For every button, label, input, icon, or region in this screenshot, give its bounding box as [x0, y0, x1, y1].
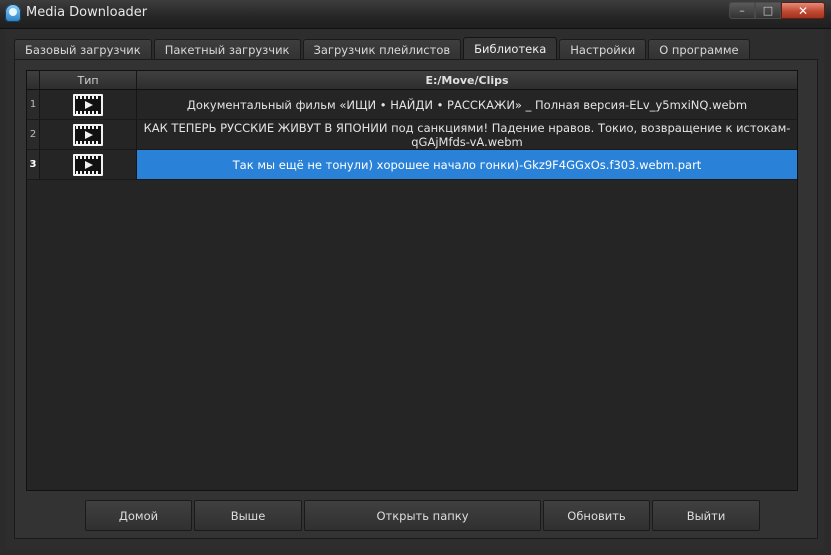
table-header: Тип E:/Move/Clips — [27, 71, 797, 90]
type-cell — [40, 90, 137, 120]
maximize-button[interactable]: □ — [755, 2, 781, 19]
exit-button[interactable]: Выйти — [652, 500, 760, 531]
title-bar: Media Downloader – □ ✕ — [0, 0, 831, 29]
window-title: Media Downloader — [26, 5, 148, 20]
header-corner — [27, 71, 40, 89]
type-cell — [40, 150, 137, 180]
home-button[interactable]: Домой — [85, 500, 192, 531]
app-icon — [5, 4, 21, 22]
library-panel: Тип E:/Move/Clips 1 Документальный фильм… — [14, 59, 818, 539]
main-window-content: Базовый загрузчик Пакетный загрузчик Заг… — [6, 29, 824, 549]
video-file-icon — [73, 93, 103, 116]
open-folder-button[interactable]: Открыть папку — [304, 500, 541, 531]
refresh-button[interactable]: Обновить — [543, 500, 650, 531]
tab-settings[interactable]: Настройки — [559, 39, 647, 60]
video-file-icon — [73, 123, 103, 146]
library-table[interactable]: Тип E:/Move/Clips 1 Документальный фильм… — [26, 70, 798, 491]
column-header-path[interactable]: E:/Move/Clips — [137, 71, 797, 89]
file-name-cell[interactable]: Так мы ещё не тонули) хорошее начало гон… — [137, 150, 797, 180]
file-name-cell[interactable]: КАК ТЕПЕРЬ РУССКИЕ ЖИВУТ В ЯПОНИИ под са… — [137, 120, 797, 150]
table-row-selected[interactable]: 3 Так мы ещё не тонули) хорошее начало г… — [27, 150, 797, 180]
tab-bar: Базовый загрузчик Пакетный загрузчик Заг… — [14, 37, 752, 60]
action-button-bar: Домой Выше Открыть папку Обновить Выйти — [85, 500, 762, 532]
tab-about[interactable]: О программе — [648, 39, 750, 60]
file-name-cell[interactable]: Документальный фильм «ИЩИ • НАЙДИ • РАСС… — [137, 90, 797, 120]
tab-library[interactable]: Библиотека — [463, 37, 558, 60]
table-row[interactable]: 1 Документальный фильм «ИЩИ • НАЙДИ • РА… — [27, 90, 797, 120]
video-file-icon — [73, 153, 103, 176]
tab-basic-downloader[interactable]: Базовый загрузчик — [14, 39, 152, 60]
type-cell — [40, 120, 137, 150]
column-header-type[interactable]: Тип — [40, 71, 137, 89]
row-number: 2 — [27, 120, 40, 150]
row-number: 3 — [27, 150, 40, 180]
tab-batch-downloader[interactable]: Пакетный загрузчик — [153, 39, 301, 60]
row-number: 1 — [27, 90, 40, 120]
minimize-button[interactable]: – — [729, 2, 755, 19]
window-controls: – □ ✕ — [729, 2, 825, 20]
up-button[interactable]: Выше — [194, 500, 302, 531]
table-row[interactable]: 2 КАК ТЕПЕРЬ РУССКИЕ ЖИВУТ В ЯПОНИИ под … — [27, 120, 797, 150]
tab-playlist-downloader[interactable]: Загрузчик плейлистов — [302, 39, 462, 60]
close-button[interactable]: ✕ — [781, 2, 825, 19]
